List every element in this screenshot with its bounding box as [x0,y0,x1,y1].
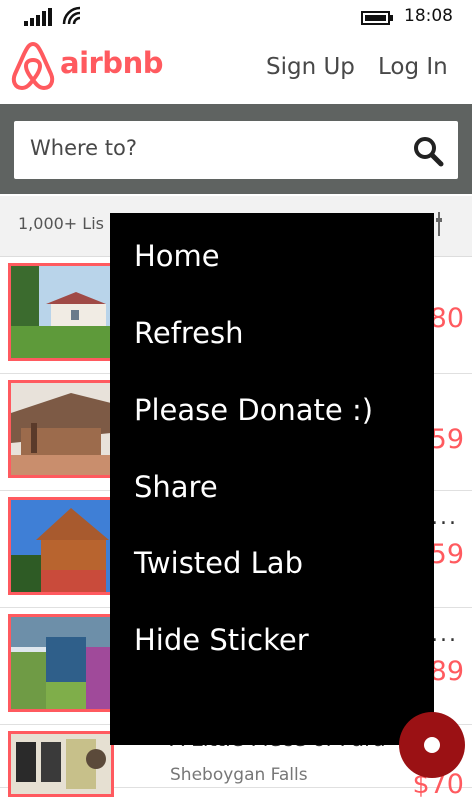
status-bar: 18:08 [0,0,472,34]
sign-up-link[interactable]: Sign Up [266,54,355,80]
results-count: 1,000+ Lis [18,214,104,233]
log-in-link[interactable]: Log In [378,54,448,80]
menu-item-twisted-lab[interactable]: Twisted Lab [134,546,303,580]
airbnb-logo-icon[interactable] [10,40,56,92]
clock: 18:08 [404,6,453,26]
listing-photo [8,614,114,712]
battery-icon [361,11,393,25]
search-placeholder: Where to? [30,136,137,160]
context-menu: Home Refresh Please Donate :) Share Twis… [110,213,434,745]
menu-item-hide-sticker[interactable]: Hide Sticker [134,623,309,657]
cellular-signal-icon [24,8,52,26]
more-options-icon[interactable]: ... [431,622,458,647]
listing-price: 80 [429,303,464,334]
listing-photo [8,731,114,797]
filter-icon[interactable] [434,212,444,236]
listing-price: 89 [429,656,464,687]
menu-item-donate[interactable]: Please Donate :) [134,393,373,427]
sticker-dot-icon [424,737,440,753]
wifi-icon [62,6,81,25]
listing-photo [8,497,114,595]
search-icon[interactable] [412,135,444,167]
listing-location: Sheboygan Falls [170,765,308,785]
listing-price: 59 [429,539,464,570]
search-input[interactable]: Where to? [14,121,458,179]
listing-photo [8,263,114,361]
app-header: airbnb Sign Up Log In [0,34,472,102]
menu-item-home[interactable]: Home [134,239,220,273]
brand-name[interactable]: airbnb [60,46,163,80]
menu-item-share[interactable]: Share [134,470,218,504]
listing-price: 59 [429,424,464,455]
sticker-button[interactable] [399,712,465,778]
more-options-icon[interactable]: ... [431,505,458,530]
listing-photo [8,380,114,478]
menu-item-refresh[interactable]: Refresh [134,316,244,350]
search-band: Where to? [0,104,472,194]
